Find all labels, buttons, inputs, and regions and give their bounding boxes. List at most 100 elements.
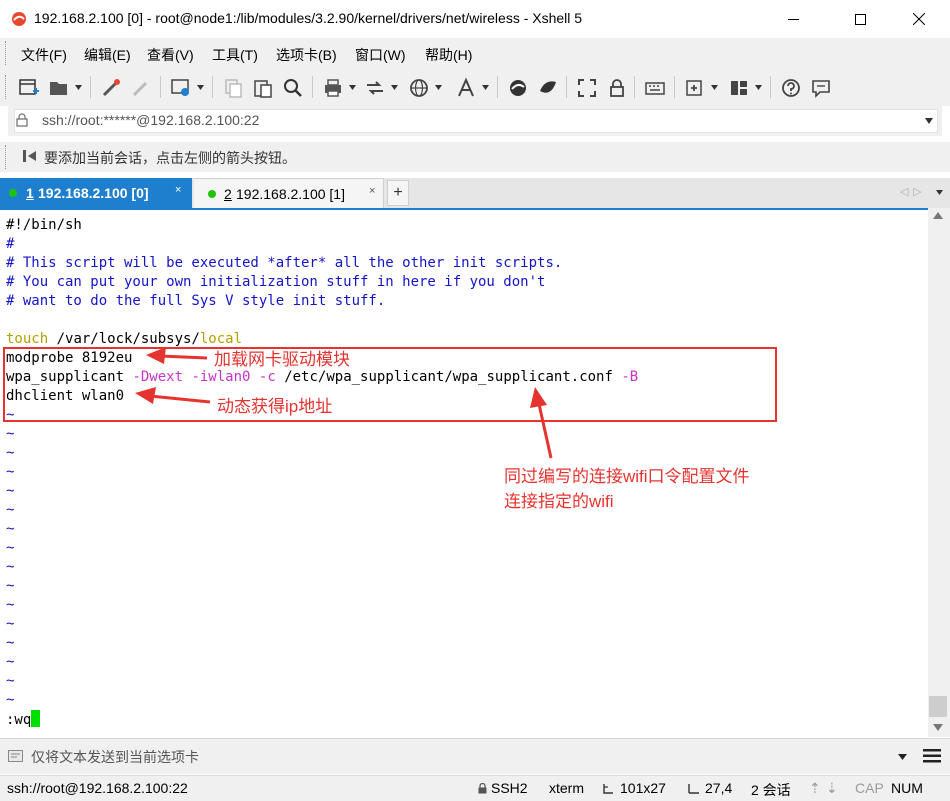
lock-icon[interactable] — [606, 77, 628, 99]
chevron-down-icon[interactable] — [197, 85, 204, 90]
toolbar-grip — [5, 75, 8, 99]
scroll-down-arrow-icon[interactable]: ⇣ — [826, 780, 838, 797]
maximize-button[interactable] — [837, 0, 883, 38]
properties-icon[interactable] — [170, 77, 192, 99]
compose-input[interactable]: 仅将文本发送到当前选项卡 — [31, 747, 199, 767]
chevron-down-icon[interactable] — [755, 85, 762, 90]
connected-status-icon — [208, 190, 216, 198]
add-session-arrow-icon[interactable] — [22, 148, 38, 164]
menu-edit[interactable]: 编辑(E) — [84, 45, 131, 65]
close-button[interactable] — [896, 0, 942, 38]
new-session-icon[interactable] — [18, 77, 40, 99]
padlock-icon — [16, 113, 28, 127]
menu-view[interactable]: 查看(V) — [147, 45, 194, 65]
transfer-icon[interactable] — [364, 77, 386, 99]
globe-icon[interactable] — [408, 77, 430, 99]
minimize-button[interactable] — [770, 0, 816, 38]
scroll-up-arrow-icon[interactable]: ⇡ — [809, 780, 821, 797]
empty-line-marker: ~ — [6, 578, 15, 594]
open-folder-icon[interactable] — [48, 77, 70, 99]
hamburger-menu-icon[interactable] — [923, 748, 941, 763]
vertical-scrollbar[interactable] — [928, 208, 950, 737]
address-value[interactable]: ssh://root:******@192.168.2.100:22 — [42, 112, 259, 128]
tab-prev-icon[interactable]: ◁ — [900, 185, 908, 198]
annotation-wpa-line2: 连接指定的wifi — [504, 492, 614, 511]
font-icon[interactable] — [455, 77, 477, 99]
chevron-down-icon[interactable] — [898, 754, 907, 760]
empty-line-marker: ~ — [6, 616, 15, 632]
close-icon — [913, 13, 925, 25]
menu-help[interactable]: 帮助(H) — [425, 45, 472, 65]
terminal-line: # — [6, 236, 15, 252]
tab-number: 2 — [224, 186, 232, 202]
menu-tools[interactable]: 工具(T) — [212, 45, 258, 65]
terminal-line: # want to do the full Sys V style init s… — [6, 293, 386, 309]
reconnect-icon[interactable] — [100, 77, 122, 99]
terminal-view[interactable]: #!/bin/sh # # This script will be execut… — [0, 208, 928, 737]
annotation-dhcp: 动态获得ip地址 — [217, 397, 333, 416]
help-icon[interactable] — [780, 77, 802, 99]
resize-icon — [603, 784, 613, 794]
command-line: :wq — [6, 710, 41, 729]
copy-icon[interactable] — [222, 77, 244, 99]
status-cursor-pos: 27,4 — [705, 780, 733, 796]
status-caps-lock: CAP — [855, 780, 884, 796]
scrollbar-thumb[interactable] — [929, 696, 947, 717]
menu-bar: 文件(F) 编辑(E) 查看(V) 工具(T) 选项卡(B) 窗口(W) 帮助(… — [0, 38, 950, 68]
hint-grip — [5, 145, 8, 169]
chevron-down-icon[interactable] — [482, 85, 489, 90]
empty-line-marker: ~ — [6, 654, 15, 670]
annotation-wpa-line1: 同过编写的连接wifi口令配置文件 — [504, 467, 750, 486]
xftp-icon[interactable] — [507, 77, 529, 99]
chevron-down-icon[interactable] — [349, 85, 356, 90]
chevron-down-icon[interactable] — [75, 85, 82, 90]
tab-close-icon[interactable]: × — [369, 185, 375, 197]
tab-close-icon[interactable]: × — [175, 184, 181, 196]
disconnect-icon[interactable] — [130, 77, 152, 99]
chevron-down-icon[interactable] — [435, 85, 442, 90]
status-size: 101x27 — [620, 780, 666, 796]
menu-tabs[interactable]: 选项卡(B) — [276, 45, 337, 65]
status-num-lock: NUM — [891, 780, 923, 796]
new-tab-button[interactable]: + — [387, 180, 409, 206]
tab-session-2[interactable]: 2 192.168.2.100 [1] × — [194, 178, 384, 208]
chevron-down-icon[interactable] — [391, 85, 398, 90]
tab-next-icon[interactable]: ▷ — [913, 185, 921, 198]
empty-line-marker: ~ — [6, 673, 15, 689]
chat-icon[interactable] — [810, 77, 832, 99]
chevron-down-icon[interactable] — [711, 85, 718, 90]
find-icon[interactable] — [282, 77, 304, 99]
toolbar-separator — [634, 76, 635, 98]
toolbar-separator — [770, 76, 771, 98]
print-icon[interactable] — [322, 77, 344, 99]
toolbar-separator — [566, 76, 567, 98]
fullscreen-icon[interactable] — [576, 77, 598, 99]
keyboard-icon[interactable] — [644, 77, 666, 99]
chevron-down-icon[interactable] — [925, 118, 933, 124]
scroll-up-icon[interactable] — [933, 212, 943, 219]
xmanager-icon[interactable] — [537, 77, 559, 99]
send-text-icon[interactable] — [8, 750, 23, 762]
paste-icon[interactable] — [252, 77, 274, 99]
annotation-driver: 加载网卡驱动模块 — [214, 350, 350, 369]
xshell-logo-icon — [12, 12, 26, 26]
layout-icon[interactable] — [728, 77, 750, 99]
toolbar-separator — [160, 76, 161, 98]
menu-file[interactable]: 文件(F) — [21, 45, 67, 65]
vim-command: :wq — [6, 712, 32, 728]
menu-window[interactable]: 窗口(W) — [355, 45, 406, 65]
terminal-line: # This script will be executed *after* a… — [6, 255, 563, 271]
new-tab-icon[interactable] — [684, 77, 706, 99]
annotation-highlight-box — [3, 347, 777, 422]
connected-status-icon — [9, 189, 17, 197]
scroll-down-icon[interactable] — [933, 724, 943, 731]
status-sessions: 2 会话 — [751, 782, 791, 798]
menu-grip — [5, 41, 8, 65]
tab-number: 1 — [26, 185, 34, 201]
tab-session-1[interactable]: 1 192.168.2.100 [0] × — [0, 178, 192, 208]
empty-line-marker: ~ — [6, 559, 15, 575]
empty-line-marker: ~ — [6, 597, 15, 613]
tab-bar: 1 192.168.2.100 [0] × 2 192.168.2.100 [1… — [0, 178, 950, 208]
chevron-down-icon[interactable] — [936, 190, 943, 195]
title-bar: 192.168.2.100 [0] - root@node1:/lib/modu… — [0, 0, 950, 38]
